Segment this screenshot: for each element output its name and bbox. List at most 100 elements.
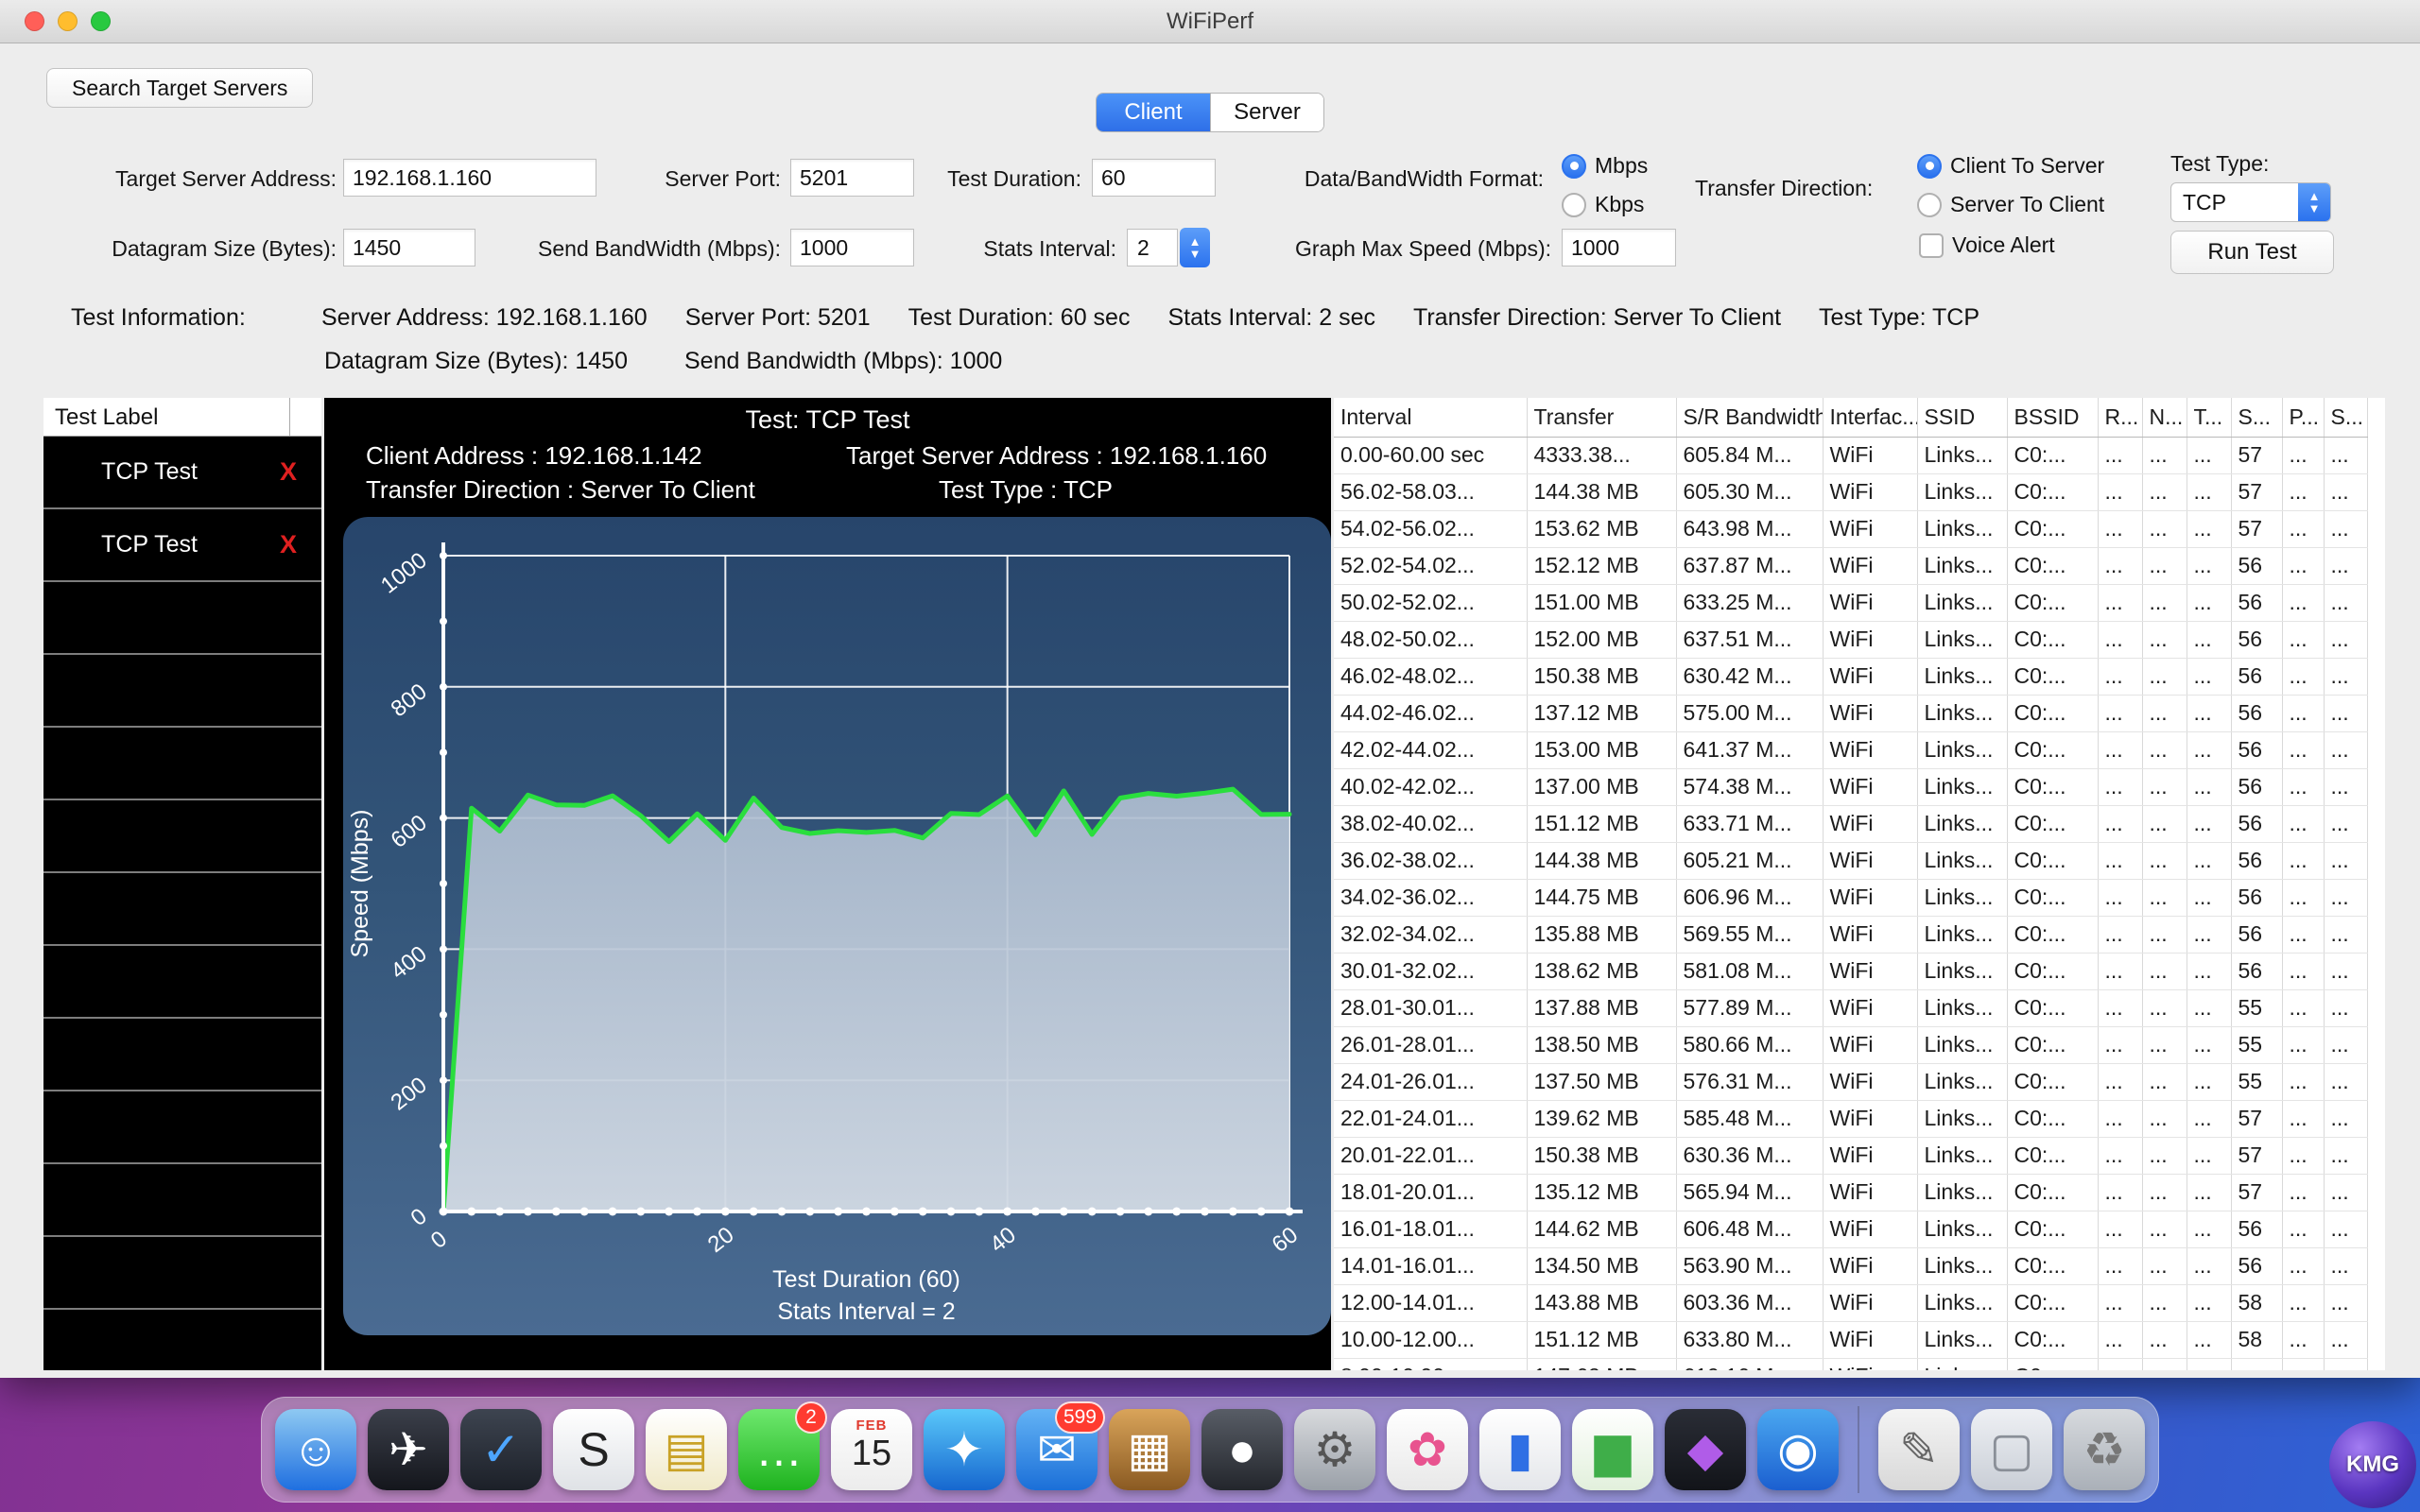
- table-row[interactable]: 8.00-10.00 sec147.62 MB619.16 M...WiFiLi…: [1334, 1358, 2368, 1370]
- client-to-server-radio[interactable]: [1917, 153, 1942, 179]
- mail-icon[interactable]: ✉ 599: [1016, 1401, 1105, 1490]
- server-to-client-radio-row[interactable]: Server To Client: [1917, 192, 2104, 217]
- tab-client[interactable]: Client: [1097, 94, 1210, 131]
- column-header[interactable]: N...: [2142, 398, 2187, 438]
- test-duration-input[interactable]: [1092, 159, 1216, 197]
- table-row[interactable]: 12.00-14.01... 143.88 MB 603.36 M... WiFi Li…: [1334, 1284, 2368, 1322]
- affinity-photo-icon[interactable]: ◆: [1665, 1409, 1746, 1490]
- table-row[interactable]: 32.02-34.02... 135.88 MB 569.55 M... WiFi Li…: [1334, 916, 2368, 954]
- things-icon[interactable]: ✓: [460, 1409, 542, 1490]
- table-row[interactable]: 36.02-38.02... 144.38 MB 605.21 M... WiFi Li…: [1334, 842, 2368, 880]
- table-row[interactable]: 52.02-54.02... 152.12 MB 637.87 M... WiFi Li…: [1334, 547, 2368, 585]
- column-header[interactable]: S...: [2231, 398, 2283, 438]
- delete-test-icon[interactable]: X: [255, 457, 321, 487]
- table-row[interactable]: 40.02-42.02... 137.00 MB 574.38 M... WiFi Li…: [1334, 768, 2368, 806]
- settings-icon[interactable]: ⚙: [1294, 1409, 1375, 1490]
- table-row[interactable]: 44.02-46.02... 137.12 MB 575.00 M... WiFi Li…: [1334, 695, 2368, 732]
- textedit-icon[interactable]: ✎: [1878, 1409, 1960, 1490]
- remote-app-icon[interactable]: ◉: [1757, 1409, 1839, 1490]
- kbps-radio[interactable]: [1562, 192, 1586, 217]
- graph-max-speed-input[interactable]: [1562, 229, 1676, 266]
- documents-icon[interactable]: ▢: [1971, 1409, 2052, 1490]
- safari-icon[interactable]: ✦: [924, 1409, 1005, 1490]
- minimize-window-icon[interactable]: [58, 11, 78, 31]
- trash-icon[interactable]: ♻: [2064, 1409, 2145, 1490]
- table-row[interactable]: 14.01-16.01... 134.50 MB 563.90 M... WiFi Li…: [1334, 1247, 2368, 1285]
- finder-icon[interactable]: ☺: [275, 1409, 356, 1490]
- client-to-server-radio-row[interactable]: Client To Server: [1917, 153, 2104, 179]
- sidebar-rows: TCP Test X TCP Test X: [43, 437, 321, 1370]
- svg-text:40: 40: [985, 1222, 1021, 1258]
- main-area: Test Label TCP Test X TCP Test X Test: TCP …: [43, 398, 2385, 1370]
- column-header[interactable]: S...: [2324, 398, 2368, 438]
- column-header[interactable]: BSSID: [2007, 398, 2099, 438]
- search-target-servers-button[interactable]: Search Target Servers: [46, 68, 314, 108]
- table-row[interactable]: 10.00-12.00... 151.12 MB 633.80 M... WiFi Li…: [1334, 1321, 2368, 1359]
- column-header[interactable]: R...: [2098, 398, 2143, 438]
- column-header[interactable]: SSID: [1917, 398, 2008, 438]
- test-label-row[interactable]: TCP Test X: [43, 509, 321, 582]
- messages-icon[interactable]: … 2: [738, 1401, 827, 1490]
- table-row[interactable]: 48.02-50.02... 152.00 MB 637.51 M... WiFi Li…: [1334, 621, 2368, 659]
- speed-chart: 0 200 400 600 800 1000 0 20 40 60 Speed (Mbps) Test…: [347, 542, 1303, 1325]
- launchpad-icon[interactable]: ✈: [368, 1409, 449, 1490]
- test-label-text: TCP Test: [101, 458, 198, 485]
- column-header[interactable]: P...: [2282, 398, 2325, 438]
- run-test-button[interactable]: Run Test: [2170, 231, 2334, 274]
- test-label-row[interactable]: TCP Test X: [43, 437, 321, 509]
- server-port-input[interactable]: [790, 159, 914, 197]
- table-row[interactable]: 46.02-48.02... 150.38 MB 630.42 M... WiFi Li…: [1334, 658, 2368, 696]
- column-header[interactable]: Transfer: [1527, 398, 1677, 438]
- target-server-address-input[interactable]: [343, 159, 596, 197]
- stats-interval-label: Stats Interval:: [983, 236, 1116, 261]
- gold-app-icon[interactable]: ▦: [1109, 1409, 1190, 1490]
- kbps-radio-row[interactable]: Kbps: [1562, 192, 1644, 217]
- table-row[interactable]: 34.02-36.02... 144.75 MB 606.96 M... WiFi Li…: [1334, 879, 2368, 917]
- send-bandwidth-input[interactable]: [790, 229, 914, 266]
- table-row[interactable]: 24.01-26.01... 137.50 MB 576.31 M... WiFi Li…: [1334, 1063, 2368, 1101]
- delete-test-icon[interactable]: X: [255, 530, 321, 559]
- datagram-size-input[interactable]: [343, 229, 475, 266]
- table-row[interactable]: 50.02-52.02... 151.00 MB 633.25 M... WiFi Li…: [1334, 584, 2368, 622]
- table-row[interactable]: 42.02-44.02... 153.00 MB 641.37 M... WiFi Li…: [1334, 731, 2368, 769]
- table-row[interactable]: 28.01-30.01... 137.88 MB 577.89 M... WiFi Li…: [1334, 989, 2368, 1027]
- table-row[interactable]: 0.00-60.00 sec 4333.38... 605.84 M... WiFi L…: [1334, 437, 2368, 474]
- voice-alert-checkbox[interactable]: [1919, 232, 1944, 258]
- test-info-item: Server Port: 5201: [684, 304, 871, 331]
- test-type-dropdown[interactable]: TCP ▲ ▼: [2170, 182, 2331, 222]
- table-row[interactable]: 38.02-40.02... 151.12 MB 633.71 M... WiFi Li…: [1334, 805, 2368, 843]
- target-server-address-label: Target Server Address:: [115, 166, 337, 191]
- server-to-client-radio[interactable]: [1917, 192, 1942, 217]
- column-header[interactable]: Interfac...: [1823, 398, 1918, 438]
- table-row[interactable]: 18.01-20.01... 135.12 MB 565.94 M... WiFi Li…: [1334, 1174, 2368, 1211]
- stats-interval-stepper-icon[interactable]: ▲ ▼: [1180, 228, 1210, 267]
- table-row[interactable]: 22.01-24.01... 139.62 MB 585.48 M... WiFi Li…: [1334, 1100, 2368, 1138]
- chart-subtitle-row1: Client Address : 192.168.1.142 Target Se…: [324, 441, 1331, 472]
- s-app-icon[interactable]: S: [553, 1409, 634, 1490]
- mbps-radio[interactable]: [1562, 153, 1586, 179]
- tab-server[interactable]: Server: [1210, 94, 1323, 131]
- column-header[interactable]: Interval: [1334, 398, 1528, 438]
- table-row[interactable]: 30.01-32.02... 138.62 MB 581.08 M... WiFi Li…: [1334, 953, 2368, 990]
- mbps-radio-row[interactable]: Mbps: [1562, 153, 1648, 179]
- notes-icon[interactable]: ▤: [646, 1409, 727, 1490]
- voice-alert-row[interactable]: Voice Alert: [1919, 232, 2055, 258]
- table-row[interactable]: 54.02-56.02... 153.62 MB 643.98 M... WiFi Li…: [1334, 510, 2368, 548]
- calendar-icon[interactable]: FEB 15: [831, 1409, 912, 1490]
- table-row[interactable]: 20.01-22.01... 150.38 MB 630.36 M... WiFi Li…: [1334, 1137, 2368, 1175]
- stats-interval-value[interactable]: 2: [1127, 229, 1178, 266]
- zoom-window-icon[interactable]: [91, 11, 111, 31]
- column-header[interactable]: T...: [2187, 398, 2232, 438]
- window-title: WiFiPerf: [1167, 9, 1253, 34]
- column-header[interactable]: S/R Bandwidth: [1676, 398, 1824, 438]
- table-row[interactable]: 16.01-18.01... 144.62 MB 606.48 M... WiFi Li…: [1334, 1211, 2368, 1248]
- close-window-icon[interactable]: [25, 11, 44, 31]
- dark-utility-icon[interactable]: ●: [1201, 1409, 1283, 1490]
- test-type-stepper-icon[interactable]: ▲ ▼: [2298, 183, 2330, 221]
- numbers-icon[interactable]: ▆: [1572, 1409, 1653, 1490]
- table-row[interactable]: 56.02-58.03... 144.38 MB 605.30 M... WiFi Li…: [1334, 473, 2368, 511]
- keynote-icon[interactable]: ▮: [1479, 1409, 1561, 1490]
- table-row[interactable]: 26.01-28.01... 138.50 MB 580.66 M... WiFi Li…: [1334, 1026, 2368, 1064]
- test-info-item: Test Type: TCP: [1819, 304, 1980, 331]
- photos-icon[interactable]: ✿: [1387, 1409, 1468, 1490]
